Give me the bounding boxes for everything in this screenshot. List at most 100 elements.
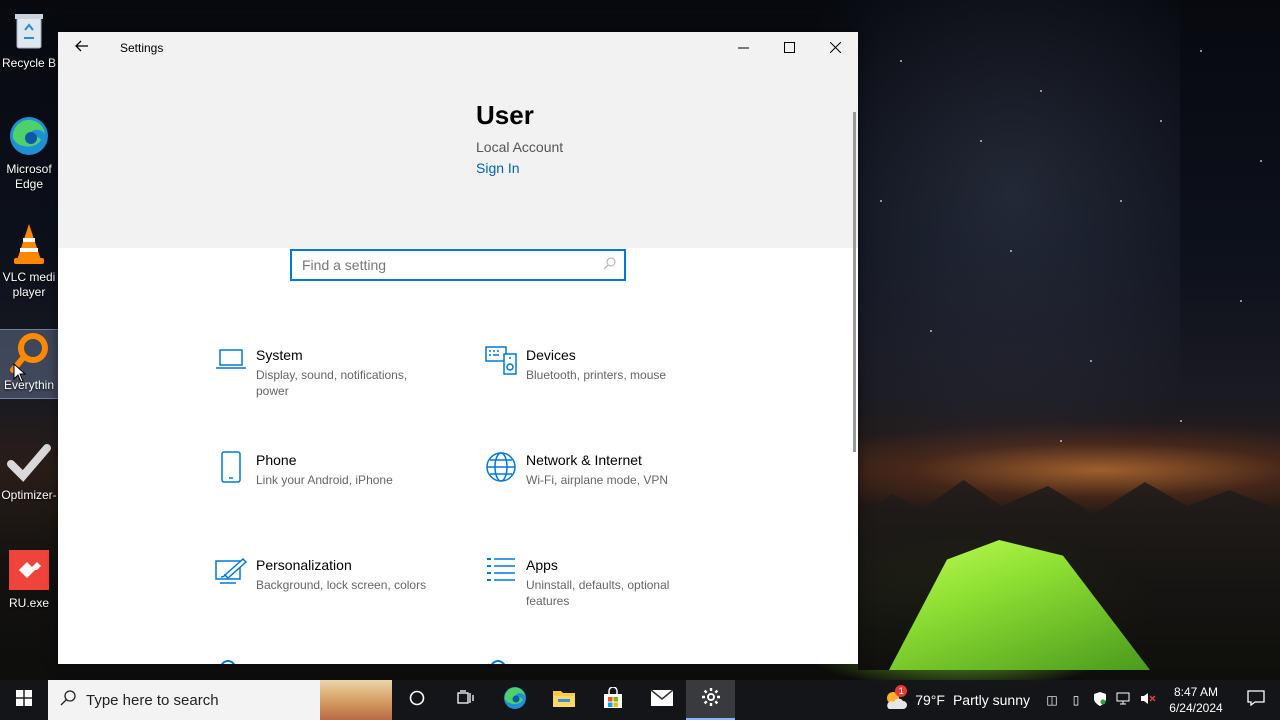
desktop-icon-label: VLC medi player [2,270,56,299]
cortana-icon [409,690,425,711]
category-title: System [256,347,303,363]
task-view-icon [456,689,475,711]
search-icon [603,257,616,273]
globe-icon [476,451,526,491]
taskbar-search-placeholder: Type here to search [86,691,219,709]
edge-icon [503,686,527,715]
start-button[interactable] [0,680,48,720]
minimize-button[interactable] [720,32,766,64]
back-button[interactable] [58,32,106,64]
vlc-icon [7,222,51,266]
tray-usb[interactable]: ▯ [1064,693,1088,707]
tray-volume[interactable] [1136,692,1160,708]
category-description: Bluetooth, printers, mouse [526,368,667,382]
meet-now-icon: ◫ [1046,693,1058,707]
title-bar: Settings [58,32,858,64]
desktop-icon-label: Optimizer- [1,488,57,502]
network-icon [1116,692,1132,708]
search-highlight-illustration [320,680,392,720]
close-icon [829,40,841,56]
category-description: Link your Android, iPhone [256,473,393,487]
search-icon [60,689,76,711]
category-personalization[interactable]: Personalization Background, lock screen,… [206,556,446,626]
taskbar-settings[interactable] [686,680,735,720]
window-title: Settings [120,41,164,55]
weather-condition: Partly sunny [952,692,1030,708]
category-apps[interactable]: Apps Uninstall, defaults, optional featu… [476,556,716,626]
tray-meet-now[interactable]: ◫ [1040,693,1064,707]
partly-sunny-icon: 1 [883,685,909,711]
category-phone[interactable]: Phone Link your Android, iPhone [206,451,446,521]
category-title: Phone [256,452,297,468]
edge-icon [7,114,51,158]
anydesk-icon [7,548,51,592]
taskbar-clock[interactable]: 8:47 AM 6/24/2024 [1160,684,1232,716]
recycle-bin-icon [7,8,51,52]
next-category-icon-partial [220,660,236,664]
weather-widget[interactable]: 1 79°F Partly sunny [883,685,1030,711]
taskbar-store[interactable] [588,680,637,720]
windows-logo-icon [16,689,32,711]
task-view-button[interactable] [441,680,490,720]
keyboard-speaker-icon [476,346,526,386]
category-title: Personalization [256,557,352,573]
category-title: Apps [526,557,558,573]
apps-list-icon [476,556,526,596]
volume-muted-icon [1140,693,1156,708]
settings-search [290,249,626,281]
settings-icon [701,687,721,712]
clock-date: 6/24/2024 [1169,701,1223,715]
category-system[interactable]: System Display, sound, notifications, po… [206,346,446,416]
system-tray: 1 79°F Partly sunny ◫ ▯ 8:47 AM 6/24/202… [883,680,1280,720]
account-name: User [476,100,534,130]
window-controls [720,32,858,64]
scrollbar[interactable] [853,112,856,452]
taskbar-mail[interactable] [637,680,686,720]
desktop-icon-edge[interactable]: Microsof Edge [0,114,58,192]
checkmark-icon [7,440,51,484]
taskbar-file-explorer[interactable] [539,680,588,720]
next-category-icon-partial [490,660,506,664]
desktop-icon-everything[interactable]: Everythin [0,329,59,399]
desktop-icon-optimizer[interactable]: Optimizer- [0,440,58,503]
category-title: Network & Internet [526,452,642,468]
taskbar-edge[interactable] [490,680,539,720]
search-input[interactable] [302,257,592,273]
category-description: Background, lock screen, colors [256,578,427,592]
desktop-icon-ru-exe[interactable]: RU.exe [0,548,58,611]
laptop-icon [206,346,256,386]
maximize-icon [783,40,795,56]
arrow-left-icon [75,39,89,57]
taskbar-search[interactable]: Type here to search [48,680,392,720]
cortana-button[interactable] [392,680,441,720]
store-icon [602,685,624,714]
mail-icon [650,688,674,712]
desktop-icon-vlc[interactable]: VLC medi player [0,222,58,300]
category-description: Display, sound, notifications, power [256,368,408,398]
phone-icon [206,451,256,491]
tray-network[interactable] [1112,692,1136,708]
account-header: User Local Account Sign In [58,64,858,248]
desktop-icon-label: Everythin [3,378,55,392]
settings-window: Settings User Local Account Sign In Syst… [58,32,858,664]
mouse-cursor-icon [13,363,27,383]
close-button[interactable] [812,32,858,64]
account-type: Local Account [476,139,564,155]
file-explorer-icon [552,688,576,713]
maximize-button[interactable] [766,32,812,64]
category-title: Devices [526,347,576,363]
paint-screen-icon [206,556,256,596]
minimize-icon [737,40,749,56]
desktop-icon-label: Microsof Edge [6,162,52,191]
windows-security-icon [1094,691,1106,709]
desktop-icon-recycle-bin[interactable]: Recycle B [0,8,58,71]
sign-in-link[interactable]: Sign In [476,160,520,176]
taskbar: Type here to search 1 79°F Partly sunny … [0,680,1280,720]
tray-security[interactable] [1088,691,1112,709]
category-description: Uninstall, defaults, optional features [526,578,670,608]
usb-device-icon: ▯ [1072,693,1080,707]
action-center-button[interactable] [1232,689,1280,711]
clock-time: 8:47 AM [1173,685,1219,699]
category-devices[interactable]: Devices Bluetooth, printers, mouse [476,346,716,416]
category-network[interactable]: Network & Internet Wi-Fi, airplane mode,… [476,451,716,521]
